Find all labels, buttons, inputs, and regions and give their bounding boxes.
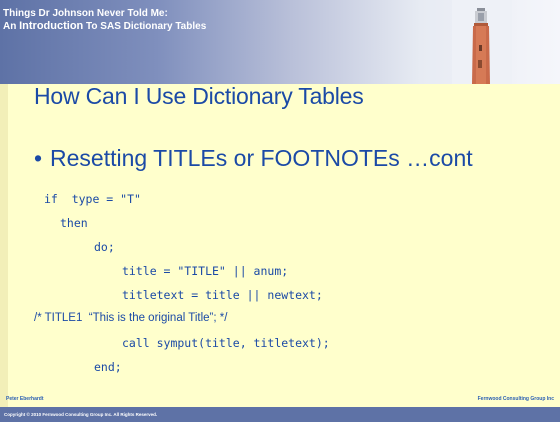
footer-author: Peter Eberhardt [6, 396, 44, 402]
code-comment: /* TITLE1 “This is the original Title”; … [34, 312, 228, 324]
code-line: call symput(title, titletext); [122, 336, 330, 350]
code-line: titletext = title || newtext; [122, 288, 323, 302]
footer-company: Fernwood Consulting Group Inc [477, 396, 554, 402]
code-line: do; [94, 240, 115, 254]
header-title-line1: Things Dr Johnson Never Told Me: [3, 8, 168, 19]
header-title: Things Dr Johnson Never Told Me: An Intr… [3, 7, 206, 33]
bullet-icon: • [34, 145, 43, 171]
code-line: end; [94, 360, 122, 374]
slide-title: How Can I Use Dictionary Tables [34, 83, 364, 109]
lighthouse-icon [452, 0, 512, 84]
slide: Things Dr Johnson Never Told Me: An Intr… [0, 0, 560, 422]
copyright-text: Copyright © 2010 Fernwood Consulting Gro… [4, 412, 158, 417]
bullet-item: • Resetting TITLEs or FOOTNOTEs …cont [34, 145, 473, 172]
bullet-text: Resetting TITLEs or FOOTNOTEs …cont [50, 145, 473, 171]
header-title-emphasis: Introduction [19, 20, 84, 32]
code-line: title = "TITLE" || anum; [122, 264, 289, 278]
code-line: if type = "T" [44, 192, 141, 206]
header-title-line2: An Introduction To SAS Dictionary Tables [3, 20, 207, 32]
code-line: then [60, 216, 88, 230]
